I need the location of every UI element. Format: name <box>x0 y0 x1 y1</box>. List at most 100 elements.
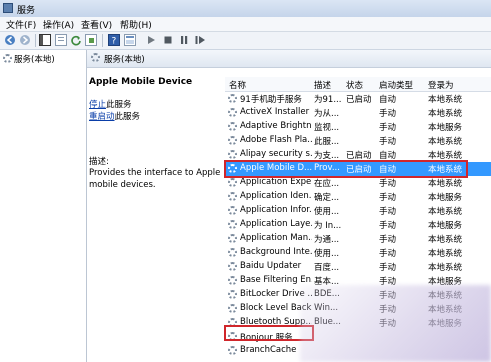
service-log-on-as: 本地系统 <box>428 235 463 245</box>
service-name: Background Inte... <box>240 247 312 257</box>
service-description: 为通... <box>314 235 340 245</box>
gear-icon <box>228 346 237 355</box>
menu-action[interactable]: 操作(A) <box>43 18 74 31</box>
back-icon[interactable] <box>4 34 16 46</box>
service-description: 为91... <box>314 95 342 105</box>
export-icon[interactable] <box>85 34 97 46</box>
service-description: 为从... <box>314 109 340 119</box>
stop-icon[interactable] <box>162 34 174 46</box>
gear-icon <box>228 94 237 103</box>
gear-icon <box>3 54 12 63</box>
service-name: Application Laye... <box>240 219 312 229</box>
service-description: 使用... <box>314 207 340 217</box>
pane-header-label: 服务(本地) <box>104 55 145 65</box>
restart-service-line: 重启动此服务 <box>89 111 224 123</box>
service-name: Application Man... <box>240 233 312 243</box>
gear-icon <box>228 220 237 229</box>
menu-file[interactable]: 文件(F) <box>6 18 36 31</box>
service-description: 此服... <box>314 137 340 147</box>
gear-icon <box>228 276 237 285</box>
menu-help[interactable]: 帮助(H) <box>120 18 152 31</box>
refresh-icon[interactable] <box>70 34 82 46</box>
service-description: 使用... <box>314 249 340 259</box>
service-log-on-as: 本地系统 <box>428 137 463 147</box>
service-startup-type: 手动 <box>379 249 397 259</box>
service-description: 百度... <box>314 263 340 273</box>
service-row[interactable]: Application Man... 为通... 手动 本地系统 <box>225 232 491 246</box>
column-header-log-on-as[interactable]: 登录为 <box>428 79 454 91</box>
service-log-on-as: 本地系统 <box>428 109 463 119</box>
service-description: 在应... <box>314 179 340 189</box>
blurred-overlay <box>300 285 491 362</box>
gear-icon <box>228 178 237 187</box>
gear-icon <box>228 262 237 271</box>
service-startup-type: 手动 <box>379 179 397 189</box>
service-log-on-as: 本地系统 <box>428 95 463 105</box>
service-row[interactable]: Baidu Updater 百度... 手动 本地系统 <box>225 260 491 274</box>
column-header-name[interactable]: 名称 <box>229 79 246 91</box>
column-header-startup-type[interactable]: 启动类型 <box>379 79 413 91</box>
service-description: 为 In... <box>314 221 342 231</box>
gear-icon <box>91 53 100 62</box>
restart-service-link[interactable]: 重启动 <box>89 112 115 122</box>
service-row[interactable]: Application Iden... 确定... 手动 本地服务 <box>225 190 491 204</box>
service-name: 91手机助手服务 <box>240 95 302 105</box>
description-text: Provides the interface to Apple mobile d… <box>89 168 221 190</box>
service-description: 监视... <box>314 123 340 133</box>
restart-icon[interactable] <box>194 34 206 46</box>
console-tree-icon[interactable] <box>39 34 51 46</box>
service-name: Baidu Updater <box>240 261 302 271</box>
service-name: Adobe Flash Pla... <box>240 135 312 145</box>
service-row[interactable]: 91手机助手服务 为91... 已启动 自动 本地系统 <box>225 92 491 106</box>
service-log-on-as: 本地服务 <box>428 123 463 133</box>
pane-header: 服务(本地) <box>87 50 491 68</box>
service-description: 确定... <box>314 193 340 203</box>
gear-icon <box>228 136 237 145</box>
service-row[interactable]: ActiveX Installer ... 为从... 手动 本地系统 <box>225 106 491 120</box>
properties-icon[interactable] <box>55 34 67 46</box>
toolbar-separator <box>102 34 103 47</box>
service-name: ActiveX Installer ... <box>240 107 312 117</box>
gear-icon <box>228 108 237 117</box>
service-log-on-as: 本地服务 <box>428 193 463 203</box>
forward-icon[interactable] <box>19 34 31 46</box>
service-log-on-as: 本地系统 <box>428 263 463 273</box>
service-startup-type: 手动 <box>379 123 397 133</box>
service-log-on-as: 本地系统 <box>428 207 463 217</box>
stop-service-suffix: 此服务 <box>106 100 132 110</box>
description-label: 描述: <box>89 157 109 167</box>
help-icon[interactable]: ? <box>108 34 120 47</box>
menu-view[interactable]: 查看(V) <box>81 18 112 31</box>
gear-icon <box>228 304 237 313</box>
services-app-icon <box>3 3 13 13</box>
tree-item-label: 服务(本地) <box>14 55 55 65</box>
service-name: Application Expe... <box>240 177 312 187</box>
gear-icon <box>228 290 237 299</box>
title-bar: 服务 <box>0 0 491 18</box>
gear-icon <box>228 150 237 159</box>
service-startup-type: 手动 <box>379 235 397 245</box>
stop-service-link[interactable]: 停止 <box>89 100 106 110</box>
gear-icon <box>228 234 237 243</box>
service-startup-type: 手动 <box>379 193 397 203</box>
service-row[interactable]: Application Laye... 为 In... 手动 本地服务 <box>225 218 491 232</box>
service-row[interactable]: Adaptive Brightn... 监视... 手动 本地服务 <box>225 120 491 134</box>
gear-icon <box>228 206 237 215</box>
service-row[interactable]: Background Inte... 使用... 手动 本地系统 <box>225 246 491 260</box>
tree-item-services-local[interactable]: 服务(本地) <box>3 53 55 65</box>
service-log-on-as: 本地服务 <box>428 221 463 231</box>
gear-icon <box>228 122 237 131</box>
service-log-on-as: 本地系统 <box>428 249 463 259</box>
menu-bar: 文件(F) 操作(A) 查看(V) 帮助(H) <box>0 17 491 32</box>
service-row[interactable]: Application Infor... 使用... 手动 本地系统 <box>225 204 491 218</box>
gear-icon <box>228 248 237 257</box>
column-header-description[interactable]: 描述 <box>314 79 331 91</box>
column-header-status[interactable]: 状态 <box>346 79 363 91</box>
restart-service-suffix: 此服务 <box>114 112 141 122</box>
service-name: Base Filtering En... <box>240 275 312 285</box>
pause-icon[interactable] <box>178 34 190 46</box>
service-row[interactable]: Adobe Flash Pla... 此服... 手动 本地系统 <box>225 134 491 148</box>
play-icon[interactable] <box>145 34 157 46</box>
service-row[interactable]: Application Expe... 在应... 手动 本地系统 <box>225 176 491 190</box>
view-icon[interactable] <box>124 34 136 46</box>
